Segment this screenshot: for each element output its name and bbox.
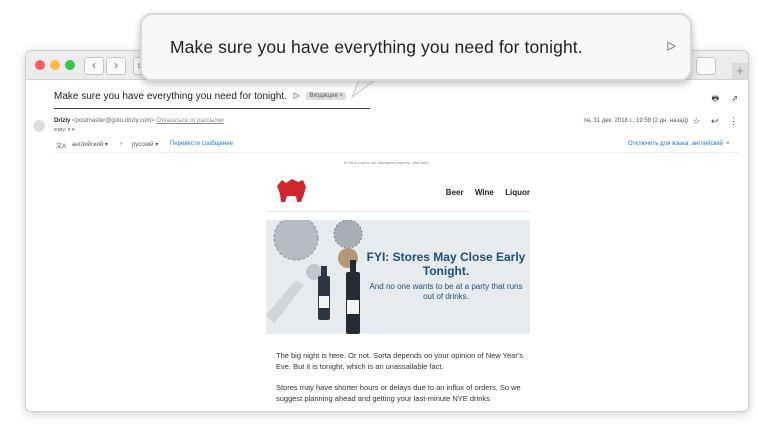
- important-marker-icon: ᐅ: [666, 39, 676, 54]
- zoom-subject-text: Make sure you have everything you need f…: [170, 37, 583, 57]
- subject-zoom-callout: Make sure you have everything you need f…: [140, 13, 692, 81]
